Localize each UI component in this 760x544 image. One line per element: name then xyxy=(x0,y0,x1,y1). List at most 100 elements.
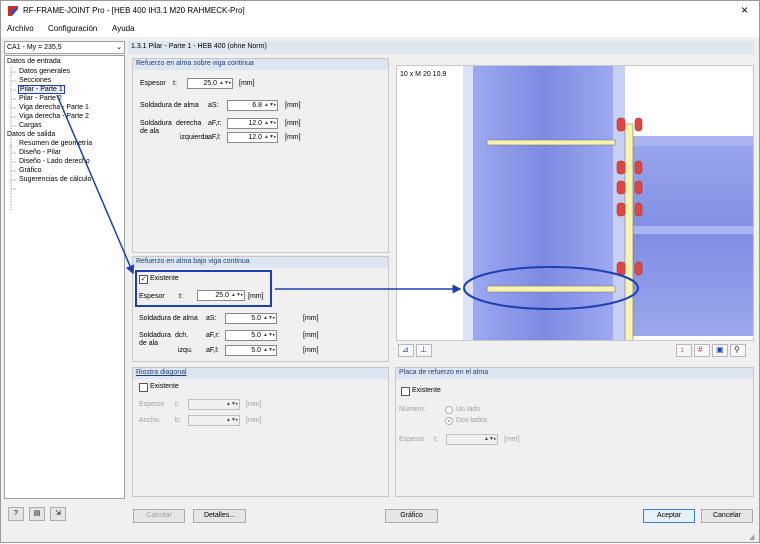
render-mode-button[interactable]: ▣ xyxy=(712,344,728,357)
diagonal-thickness-symbol: t: xyxy=(175,401,179,408)
spinner-arrows-icon[interactable]: ▲▼▸ xyxy=(263,332,275,339)
below-web-weld-symbol: aS: xyxy=(206,315,217,322)
panel-below-stiffener: Refuerzo en alma bajo viga continua ✓ Ex… xyxy=(132,256,389,362)
below-right-weld-input[interactable]: 5.0 ▲▼▸ xyxy=(225,330,277,341)
menu-archivo[interactable]: Archivo xyxy=(7,24,34,33)
view-iso-button[interactable]: ⊿ xyxy=(398,344,414,357)
spinner-arrows-icon: ▲▼▸ xyxy=(484,436,497,442)
tree-item-diseno-lado-derecho[interactable]: Diseño - Lado derecho xyxy=(19,158,90,165)
tree-item-cargas[interactable]: Cargas xyxy=(19,122,42,129)
spinner-arrows-icon[interactable]: ▲▼▸ xyxy=(219,80,231,87)
close-icon[interactable]: × xyxy=(741,3,748,17)
spinner-arrows-icon[interactable]: ▲▼▸ xyxy=(264,120,276,127)
tree-item-diseno-pilar[interactable]: Diseño - Pilar xyxy=(19,149,61,156)
above-thickness-input[interactable]: 25.0 ▲▼▸ xyxy=(187,78,233,89)
tree-item-sugerencias[interactable]: Sugerencias de cálculo xyxy=(19,176,91,183)
above-thickness-label: Espesor xyxy=(140,80,166,87)
tree-item-viga-derecha-parte-1[interactable]: Viga derecha - Parte 1 xyxy=(19,104,89,111)
above-flange-weld-label-1: Soldadura xyxy=(140,120,172,127)
diagonal-thickness-label: Espesor xyxy=(139,401,165,408)
plate-exists-label[interactable]: Existente xyxy=(412,387,441,394)
plate-thickness-label: Espesor xyxy=(399,436,425,443)
above-web-weld-symbol: aS: xyxy=(208,102,219,109)
tree-item-pilar-parte-1[interactable]: Pilar - Parte 1 xyxy=(18,85,65,94)
calculate-button[interactable]: Calcular xyxy=(133,509,185,523)
menu-configuracion[interactable]: Configuración xyxy=(48,24,97,33)
tree-item-pilar-parte-2[interactable]: Pilar - Parte 2 xyxy=(19,95,62,102)
above-thickness-symbol: t: xyxy=(173,80,177,87)
accept-button[interactable]: Aceptar xyxy=(643,509,695,523)
panel-above-stiffener: Refuerzo en alma sobre viga continua Esp… xyxy=(132,58,389,253)
show-dimensions-button[interactable]: ↕ xyxy=(676,344,692,357)
cancel-button[interactable]: Cancelar xyxy=(701,509,753,523)
view-front-button[interactable]: ⊥ xyxy=(416,344,432,357)
below-exists-checkbox[interactable]: ✓ xyxy=(139,275,148,284)
below-exists-label[interactable]: Existente xyxy=(150,275,179,282)
section-title-bar: 1.3.1 Pilar - Parte 1 - HEB 400 (ohne No… xyxy=(128,41,754,54)
diagonal-exists-label[interactable]: Existente xyxy=(150,383,179,390)
above-web-weld-input[interactable]: 6.8 ▲▼▸ xyxy=(227,100,278,111)
window-title: RF-FRAME-JOINT Pro - [HEB 400 IH3.1 M20 … xyxy=(23,6,245,15)
spinner-arrows-icon[interactable]: ▲▼▸ xyxy=(231,292,243,299)
tree-item-resumen-geometria[interactable]: Resumen de geometría xyxy=(19,140,92,147)
graphic-view[interactable]: 10 x M 20 10.9 xyxy=(396,65,754,341)
load-case-select[interactable]: CA1 - My = 235,5 ⌄ xyxy=(4,41,125,54)
print-button[interactable]: ▤ xyxy=(29,507,45,521)
export-button[interactable]: ⇲ xyxy=(50,507,66,521)
diagonal-exists-checkbox[interactable] xyxy=(139,383,148,392)
joint-drawing xyxy=(463,66,753,340)
tree-item-viga-derecha-parte-2[interactable]: Viga derecha - Parte 2 xyxy=(19,113,89,120)
diagonal-width-input[interactable]: ▲▼▸ xyxy=(188,415,240,426)
help-button[interactable]: ? xyxy=(8,507,24,521)
below-left-weld-input[interactable]: 5.0 ▲▼▸ xyxy=(225,345,277,356)
below-thickness-symbol: t: xyxy=(179,293,183,300)
spinner-arrows-icon[interactable]: ▲▼▸ xyxy=(264,134,276,141)
above-thickness-unit: [mm] xyxy=(239,80,255,87)
load-case-value: CA1 - My = 235,5 xyxy=(7,44,62,51)
plate-two-sides-label[interactable]: Dos lados xyxy=(456,417,487,424)
below-left-symbol: aF,l: xyxy=(206,347,219,354)
dimension-icon: ↕ xyxy=(680,345,684,354)
show-numbering-button[interactable]: # xyxy=(694,344,710,357)
details-button[interactable]: Detalles... xyxy=(193,509,246,523)
menu-ayuda[interactable]: Ayuda xyxy=(112,24,135,33)
plate-two-sides-radio[interactable] xyxy=(445,417,453,425)
resize-grip-icon[interactable]: ◢ xyxy=(749,533,754,541)
above-right-unit: [mm] xyxy=(285,120,301,127)
diagonal-thickness-input[interactable]: ▲▼▸ xyxy=(188,399,240,410)
below-web-weld-input[interactable]: 5.0 ▲▼▸ xyxy=(225,313,277,324)
spinner-arrows-icon[interactable]: ▲▼▸ xyxy=(263,315,275,322)
plate-thickness-input[interactable]: ▲▼▸ xyxy=(446,434,498,445)
below-thickness-input[interactable]: 25.0 ▲▼▸ xyxy=(197,290,245,301)
above-web-weld-label: Soldadura de alma xyxy=(140,102,199,109)
below-right-weld-value: 5.0 xyxy=(251,332,261,339)
plate-one-side-label[interactable]: Un lado xyxy=(456,406,480,413)
tree-root-input[interactable]: Datos de entrada xyxy=(7,58,61,65)
above-left-weld-input[interactable]: 12.0 ▲▼▸ xyxy=(227,132,278,143)
above-right-weld-input[interactable]: 12.0 ▲▼▸ xyxy=(227,118,278,129)
above-left-weld-value: 12.0 xyxy=(248,134,262,141)
tree-item-datos-generales[interactable]: Datos generales xyxy=(19,68,70,75)
spinner-arrows-icon[interactable]: ▲▼▸ xyxy=(263,347,275,354)
panel-web-plate-header: Placa de refuerzo en el alma xyxy=(396,368,753,379)
above-right-label: derecha xyxy=(176,120,202,127)
tree-item-grafico[interactable]: Gráfico xyxy=(19,167,42,174)
tree-item-secciones[interactable]: Secciones xyxy=(19,77,51,84)
below-left-weld-value: 5.0 xyxy=(251,347,261,354)
above-left-unit: [mm] xyxy=(285,134,301,141)
magnifier-icon: ⚲ xyxy=(734,345,740,354)
plate-one-side-radio[interactable] xyxy=(445,406,453,414)
app-logo-icon xyxy=(8,6,18,16)
above-right-symbol: aF,r: xyxy=(208,120,222,127)
panel-diagonal-header: Riostra diagonal xyxy=(133,368,388,379)
tree-root-output[interactable]: Datos de salida xyxy=(7,131,55,138)
panel-above-header: Refuerzo en alma sobre viga continua xyxy=(133,59,388,70)
zoom-button[interactable]: ⚲ xyxy=(730,344,746,357)
plate-exists-checkbox[interactable] xyxy=(401,387,410,396)
spinner-arrows-icon[interactable]: ▲▼▸ xyxy=(264,102,276,109)
print-icon: ▤ xyxy=(33,510,41,517)
below-flange-weld-label-2: de ala xyxy=(139,340,159,347)
title-bar: RF-FRAME-JOINT Pro - [HEB 400 IH3.1 M20 … xyxy=(1,1,759,21)
front-view-icon: ⊥ xyxy=(420,345,427,354)
graphic-button[interactable]: Gráfico xyxy=(385,509,438,523)
